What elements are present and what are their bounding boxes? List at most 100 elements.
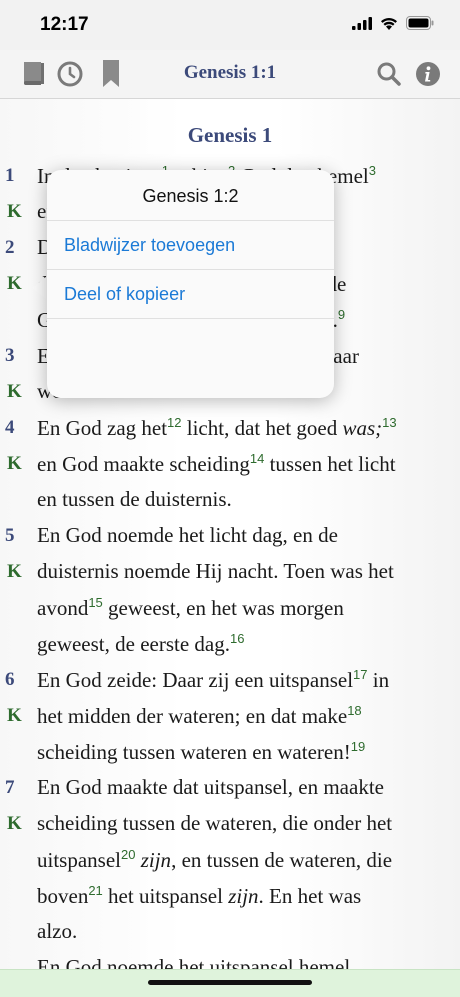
text-run: avond <box>37 596 89 620</box>
verse-line[interactable]: alzo. <box>0 915 460 951</box>
footnote-marker[interactable]: 13 <box>382 415 396 430</box>
verse-line[interactable]: en tussen de duisternis. <box>0 483 460 519</box>
popup-arrow <box>32 276 47 300</box>
verse-text: scheiding tussen de wateren, die onder h… <box>37 811 392 836</box>
footnote-marker[interactable]: 14 <box>250 451 264 466</box>
text-run: uitspansel <box>37 848 121 872</box>
commentary-marker[interactable]: K <box>7 201 22 223</box>
verse-text: alzo. <box>37 919 77 944</box>
italic-text: zijn <box>140 848 172 872</box>
verse-line[interactable]: avond15 geweest, en het was morgen <box>0 591 460 627</box>
footnote-marker[interactable]: 15 <box>88 595 102 610</box>
verse-action-popup: Genesis 1:2 Bladwijzer toevoegen Deel of… <box>47 170 334 398</box>
verse-line[interactable]: 7 En God maakte dat uitspansel, en maakte <box>0 771 460 807</box>
verse-line[interactable]: boven21 het uitspansel zijn. En het was <box>0 879 460 915</box>
footnote-marker[interactable]: 16 <box>230 631 244 646</box>
text-run: En God maakte dat uitspansel, en maakte <box>37 775 384 799</box>
verse-number[interactable]: 7 <box>5 777 15 799</box>
verse-text: En God noemde het licht dag, en de <box>37 523 338 548</box>
text-run: En God zeide: Daar zij een uitspansel <box>37 668 354 692</box>
footnote-marker[interactable]: 21 <box>88 883 102 898</box>
footnote-marker[interactable]: 17 <box>353 667 367 682</box>
italic-text: was; <box>342 416 383 440</box>
verse-number[interactable]: 6 <box>5 669 15 691</box>
verse-text: scheiding tussen wateren en wateren!19 <box>37 739 365 765</box>
verse-line[interactable]: 4 En God zag het12 licht, dat het goed wa… <box>0 411 460 447</box>
footnote-marker[interactable]: 12 <box>167 415 181 430</box>
footnote-marker[interactable]: 9 <box>338 307 345 322</box>
text-run: En God noemde het licht dag, en de <box>37 523 338 547</box>
text-run: alzo. <box>37 919 78 943</box>
commentary-marker[interactable]: K <box>7 273 22 295</box>
status-icons <box>352 16 434 30</box>
text-run: , en tussen de wateren, die <box>171 848 393 872</box>
verse-text: En God zeide: Daar zij een uitspansel17 … <box>37 667 389 693</box>
top-toolbar: Genesis 1:1 <box>0 50 460 99</box>
verse-line[interactable]: Kduisternis noemde Hij nacht. Toen was h… <box>0 555 460 591</box>
footnote-marker[interactable]: 18 <box>347 703 361 718</box>
text-run: licht, dat het goed <box>181 416 343 440</box>
share-copy-option[interactable]: Deel of kopieer <box>47 269 334 318</box>
info-icon[interactable] <box>412 58 444 90</box>
verse-line[interactable]: scheiding tussen wateren en wateren!19 <box>0 735 460 771</box>
verse-line[interactable]: uitspansel20 zijn, en tussen de wateren,… <box>0 843 460 879</box>
verse-text: En God maakte dat uitspansel, en maakte <box>37 775 384 800</box>
text-run: En God zag het <box>37 416 168 440</box>
verse-text: het midden der wateren; en dat make18 <box>37 703 362 729</box>
text-run: scheiding tussen de wateren, die onder h… <box>37 811 393 835</box>
verse-text: En God zag het12 licht, dat het goed was… <box>37 415 397 441</box>
text-run: het uitspansel <box>102 884 229 908</box>
add-bookmark-option[interactable]: Bladwijzer toevoegen <box>47 220 334 269</box>
verse-text: duisternis noemde Hij nacht. Toen was he… <box>37 559 394 584</box>
text-run: . En het was <box>258 884 362 908</box>
search-icon[interactable] <box>373 58 405 90</box>
status-bar: 12:17 <box>0 0 460 50</box>
footnote-marker[interactable]: 20 <box>121 847 135 862</box>
commentary-marker[interactable]: K <box>7 453 22 475</box>
verse-text: en God maakte scheiding14 tussen het lic… <box>37 451 396 477</box>
commentary-marker[interactable]: K <box>7 705 22 727</box>
verse-text: boven21 het uitspansel zijn. En het was <box>37 883 361 909</box>
battery-icon <box>406 16 434 30</box>
verse-number[interactable]: 5 <box>5 525 15 547</box>
verse-text: en tussen de duisternis. <box>37 487 232 512</box>
home-indicator <box>148 980 312 985</box>
verse-number[interactable]: 4 <box>5 417 15 439</box>
empty-option[interactable] <box>47 318 334 367</box>
text-run: tussen het licht <box>264 452 396 476</box>
verse-text: geweest, de eerste dag.16 <box>37 631 244 657</box>
verse-line[interactable]: Ken God maakte scheiding14 tussen het li… <box>0 447 460 483</box>
signal-icon <box>352 16 372 30</box>
footnote-marker[interactable]: 3 <box>369 163 376 178</box>
add-bookmark-label: Bladwijzer toevoegen <box>64 235 236 255</box>
text-run: het midden der wateren; en dat make <box>37 704 348 728</box>
verse-number[interactable]: 1 <box>5 165 15 187</box>
commentary-marker[interactable]: K <box>7 561 22 583</box>
wifi-icon <box>381 17 397 30</box>
verse-text: uitspansel20 zijn, en tussen de wateren,… <box>37 847 392 873</box>
verse-line[interactable]: geweest, de eerste dag.16 <box>0 627 460 663</box>
verse-line[interactable]: Khet midden der wateren; en dat make18 <box>0 699 460 735</box>
text-run: geweest, en het was morgen <box>102 596 344 620</box>
commentary-marker[interactable]: K <box>7 381 22 403</box>
verse-line[interactable]: 6 En God zeide: Daar zij een uitspansel17… <box>0 663 460 699</box>
verse-number[interactable]: 3 <box>5 345 15 367</box>
text-run: en God maakte scheiding <box>37 452 250 476</box>
popup-title: Genesis 1:2 <box>142 186 239 206</box>
text-run: in <box>367 668 390 692</box>
commentary-marker[interactable]: K <box>7 813 22 835</box>
verse-line[interactable]: 5 En God noemde het licht dag, en de <box>0 519 460 555</box>
text-run: duisternis noemde Hij nacht. Toen was he… <box>37 559 394 583</box>
text-run: geweest, de eerste dag. <box>37 632 230 656</box>
share-copy-label: Deel of kopieer <box>64 284 186 304</box>
footnote-marker[interactable]: 19 <box>351 739 365 754</box>
verse-text: avond15 geweest, en het was morgen <box>37 595 344 621</box>
verse-line[interactable]: Kscheiding tussen de wateren, die onder … <box>0 807 460 843</box>
text-run: boven <box>37 884 89 908</box>
chapter-title: Genesis 1 <box>187 123 273 147</box>
status-time: 12:17 <box>40 14 89 35</box>
text-run: en tussen de duisternis. <box>37 487 232 511</box>
verse-number[interactable]: 2 <box>5 237 15 259</box>
text-run: scheiding tussen wateren en wateren! <box>37 740 351 764</box>
italic-text: zijn <box>228 884 259 908</box>
